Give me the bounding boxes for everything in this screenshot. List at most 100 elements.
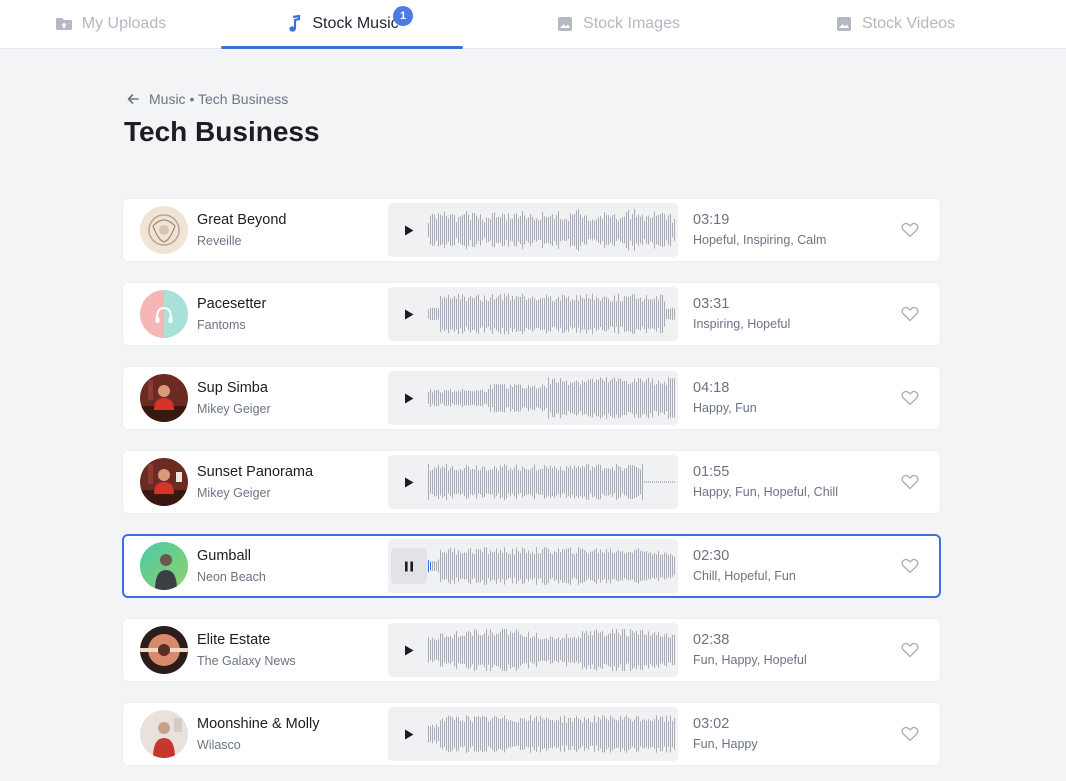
waveform-bar xyxy=(466,210,467,250)
back-arrow-icon[interactable] xyxy=(125,91,141,107)
track-row[interactable]: Great Beyond Reveille 03:19 Hopeful, Ins… xyxy=(122,198,941,262)
waveform-bar xyxy=(444,551,445,581)
waveform-bar xyxy=(630,383,631,413)
track-title: Moonshine & Molly xyxy=(197,716,320,732)
waveform-bar xyxy=(450,389,451,407)
track-row-active[interactable]: Gumball Neon Beach 02:30 Chill, Hopeful,… xyxy=(122,534,941,598)
waveform-bar xyxy=(506,296,507,332)
waveform-bar xyxy=(444,637,445,663)
waveform-bar xyxy=(482,635,483,665)
tab-my-uploads[interactable]: My Uploads xyxy=(0,0,221,48)
track-artist[interactable]: Mikey Geiger xyxy=(197,486,271,500)
play-button[interactable] xyxy=(391,716,427,752)
waveform-bar xyxy=(504,715,505,753)
track-artist[interactable]: Neon Beach xyxy=(197,570,266,584)
waveform-bar xyxy=(604,212,605,248)
play-icon xyxy=(405,477,414,487)
waveform-bar xyxy=(534,718,535,750)
waveform-bar xyxy=(494,212,495,248)
waveform-bar xyxy=(562,637,563,663)
waveform-bar xyxy=(570,213,571,247)
play-button[interactable] xyxy=(391,380,427,416)
waveform-bar xyxy=(664,301,665,327)
waveform[interactable] xyxy=(428,545,676,587)
waveform-bar xyxy=(490,219,491,241)
waveform[interactable] xyxy=(428,713,676,755)
tab-stock-images[interactable]: Stock Images xyxy=(463,0,773,48)
track-artist[interactable]: The Galaxy News xyxy=(197,654,296,668)
album-art xyxy=(140,374,188,422)
heart-icon[interactable] xyxy=(901,726,919,742)
heart-icon[interactable] xyxy=(901,642,919,658)
waveform-bar xyxy=(482,551,483,581)
waveform[interactable] xyxy=(428,209,676,251)
play-button[interactable] xyxy=(391,632,427,668)
track-row[interactable]: Pacesetter Fantoms 03:31 Inspiring, Hope… xyxy=(122,282,941,346)
waveform[interactable] xyxy=(428,461,676,503)
waveform-bar xyxy=(442,215,443,245)
album-art xyxy=(140,542,188,590)
waveform-bar xyxy=(610,469,611,495)
waveform-bar xyxy=(608,552,609,580)
waveform-bar xyxy=(566,219,567,241)
waveform-bar xyxy=(608,468,609,496)
track-row[interactable]: Elite Estate The Galaxy News 02:38 Fun, … xyxy=(122,618,941,682)
play-button[interactable] xyxy=(391,212,427,248)
track-artist[interactable]: Wilasco xyxy=(197,738,241,752)
waveform-player xyxy=(388,539,678,593)
track-title: Elite Estate xyxy=(197,632,271,648)
heart-icon[interactable] xyxy=(901,306,919,322)
waveform-bar xyxy=(478,218,479,242)
waveform-bar xyxy=(670,308,671,320)
heart-icon[interactable] xyxy=(901,474,919,490)
tab-stock-music[interactable]: Stock Music 1 xyxy=(221,0,463,49)
waveform-bar xyxy=(478,634,479,666)
waveform-bar xyxy=(496,468,497,496)
waveform-bar xyxy=(636,549,637,583)
waveform-bar xyxy=(446,215,447,245)
waveform-bar xyxy=(496,633,497,667)
waveform-bar xyxy=(544,719,545,749)
play-button[interactable] xyxy=(391,296,427,332)
waveform-bar xyxy=(588,220,589,240)
waveform-bar xyxy=(460,299,461,329)
waveform-bar xyxy=(558,637,559,663)
track-row[interactable]: Moonshine & Molly Wilasco 03:02 Fun, Hap… xyxy=(122,702,941,766)
waveform-bar xyxy=(640,216,641,244)
waveform-bar xyxy=(478,716,479,752)
waveform-bar xyxy=(512,218,513,242)
waveform-bar xyxy=(578,547,579,585)
waveform-bar xyxy=(664,381,665,415)
waveform-bar xyxy=(458,470,459,494)
track-artist[interactable]: Mikey Geiger xyxy=(197,402,271,416)
track-artist[interactable]: Reveille xyxy=(197,234,241,248)
waveform[interactable] xyxy=(428,377,676,419)
heart-icon[interactable] xyxy=(901,390,919,406)
waveform-bar xyxy=(522,293,523,335)
waveform-bar xyxy=(560,300,561,328)
play-button[interactable] xyxy=(391,464,427,500)
waveform-bar xyxy=(464,390,465,406)
pause-button[interactable] xyxy=(391,548,427,584)
tab-stock-videos[interactable]: Stock Videos xyxy=(773,0,1017,48)
waveform-bar xyxy=(554,551,555,581)
waveform-bar xyxy=(518,469,519,495)
waveform-bar xyxy=(526,636,527,664)
waveform-bar xyxy=(558,470,559,494)
track-row[interactable]: Sunset Panorama Mikey Geiger 01:55 Happy… xyxy=(122,450,941,514)
track-row[interactable]: Sup Simba Mikey Geiger 04:18 Happy, Fun xyxy=(122,366,941,430)
waveform-bar xyxy=(592,378,593,418)
track-artist[interactable]: Fantoms xyxy=(197,318,246,332)
waveform-bar xyxy=(578,465,579,499)
waveform-bar xyxy=(468,466,469,498)
heart-icon[interactable] xyxy=(901,222,919,238)
heart-icon[interactable] xyxy=(901,558,919,574)
waveform-bar xyxy=(612,215,613,245)
waveform[interactable] xyxy=(428,629,676,671)
track-tags: Inspiring, Hopeful xyxy=(693,317,791,331)
waveform-bar xyxy=(524,468,525,496)
waveform[interactable] xyxy=(428,293,676,335)
waveform-bar xyxy=(592,635,593,665)
waveform-bar xyxy=(660,636,661,664)
breadcrumb-text[interactable]: Music • Tech Business xyxy=(149,91,288,107)
